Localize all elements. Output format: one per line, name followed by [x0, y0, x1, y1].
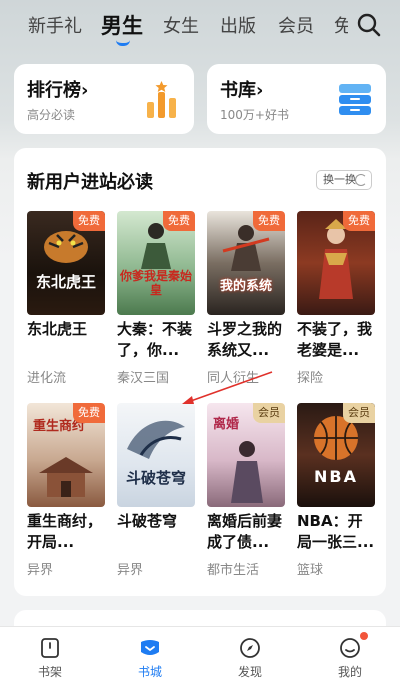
notification-dot [360, 632, 368, 640]
refresh-button[interactable]: 换一换 [316, 170, 372, 190]
cover-title: 你爹我是秦始皇 [119, 269, 192, 297]
library-card[interactable]: 书库› 100万+好书 [207, 64, 386, 134]
tab-publishing[interactable]: 出版 [220, 12, 256, 38]
book-genre: 异界 [117, 563, 144, 578]
ranking-bars-icon [147, 81, 176, 118]
couple-illustration [231, 441, 263, 503]
cover-title: NBA [314, 467, 358, 486]
ink-brush-illustration [127, 420, 185, 459]
tab-active-indicator [116, 40, 130, 46]
book-genre: 篮球 [297, 563, 324, 578]
library-stack-icon [339, 84, 371, 115]
book-cover[interactable]: 离婚 会员 [207, 403, 285, 507]
tab-free-partial[interactable]: 免 [334, 12, 348, 38]
book-genre: 异界 [27, 563, 54, 578]
ranking-subtitle: 高分必读 [27, 108, 76, 122]
nav-profile-label: 我的 [337, 665, 362, 679]
tab-male[interactable]: 男生 [101, 10, 143, 40]
book-cover[interactable]: 你爹我是秦始皇 免费 [117, 211, 195, 315]
book-title[interactable]: 不装了，我老婆是... [297, 319, 377, 361]
vip-badge: 会员 [343, 403, 375, 423]
ranking-card[interactable]: 排行榜› 高分必读 [14, 64, 194, 134]
free-badge: 免费 [343, 211, 375, 231]
book-genre: 进化流 [27, 371, 67, 386]
tab-membership[interactable]: 会员 [278, 12, 314, 38]
nav-bookshelf-label: 书架 [37, 665, 62, 679]
search-icon[interactable] [356, 12, 382, 38]
refresh-icon [355, 174, 367, 186]
tab-female[interactable]: 女生 [163, 12, 199, 38]
book-genre: 同人衍生 [207, 371, 260, 386]
bottom-nav: 书架 书城 发现 我的 [0, 626, 400, 690]
library-title: 书库› [220, 80, 264, 101]
book-cover[interactable]: 我的系统 免费 [207, 211, 285, 315]
new-user-recommend-panel: 新用户进站必读 换一换 东北虎王 免费 东北虎王 进化流 你爹我是秦始皇 免费 … [14, 148, 386, 596]
book-cover[interactable]: 重生商纣 免费 [27, 403, 105, 507]
book-title[interactable]: NBA：开局一张三... [297, 511, 377, 553]
book-title[interactable]: 斗罗之我的系统又... [207, 319, 287, 361]
compass-icon [240, 638, 260, 658]
nav-profile[interactable]: 我的 [320, 627, 380, 690]
ranking-title: 排行榜› [27, 80, 89, 101]
book-cover[interactable]: NBA 会员 [297, 403, 375, 507]
section-title: 新用户进站必读 [27, 172, 153, 193]
book-cover[interactable]: 免费 [297, 211, 375, 315]
book-cover[interactable]: 斗破苍穹 [117, 403, 195, 507]
tab-newbie-gift[interactable]: 新手礼 [28, 12, 82, 38]
cover-title: 斗破苍穹 [125, 469, 186, 487]
profile-icon [340, 638, 360, 658]
book-title[interactable]: 东北虎王 [27, 319, 107, 340]
book-title[interactable]: 重生商纣，开局... [27, 511, 107, 553]
nav-discover[interactable]: 发现 [220, 627, 280, 690]
heroine-illustration [319, 219, 353, 299]
vip-badge: 会员 [253, 403, 285, 423]
book-cover[interactable]: 东北虎王 免费 [27, 211, 105, 315]
nav-bookshelf[interactable]: 书架 [20, 627, 80, 690]
free-badge: 免费 [73, 211, 105, 231]
bookstore-icon [141, 640, 159, 655]
book-title[interactable]: 大秦：不装了，你... [117, 319, 197, 361]
nav-bookstore-label: 书城 [137, 665, 162, 679]
palace-illustration [39, 457, 93, 497]
book-genre: 探险 [297, 371, 324, 386]
top-tab-bar: 新手礼 男生 女生 出版 会员 免 [0, 0, 400, 56]
free-badge: 免费 [163, 211, 195, 231]
library-subtitle: 100万+好书 [220, 108, 289, 122]
free-badge: 免费 [253, 211, 285, 231]
nav-bookstore[interactable]: 书城 [120, 627, 180, 690]
cover-title: 我的系统 [219, 279, 272, 294]
refresh-label: 换一换 [323, 173, 356, 186]
free-badge: 免费 [73, 403, 105, 423]
book-title[interactable]: 斗破苍穹 [117, 511, 197, 532]
book-genre: 秦汉三国 [117, 371, 170, 386]
book-title[interactable]: 离婚后前妻成了债... [207, 511, 287, 553]
cover-title: 东北虎王 [35, 273, 96, 291]
book-genre: 都市生活 [207, 563, 260, 578]
bookshelf-icon [41, 638, 59, 658]
nav-discover-label: 发现 [237, 665, 262, 679]
